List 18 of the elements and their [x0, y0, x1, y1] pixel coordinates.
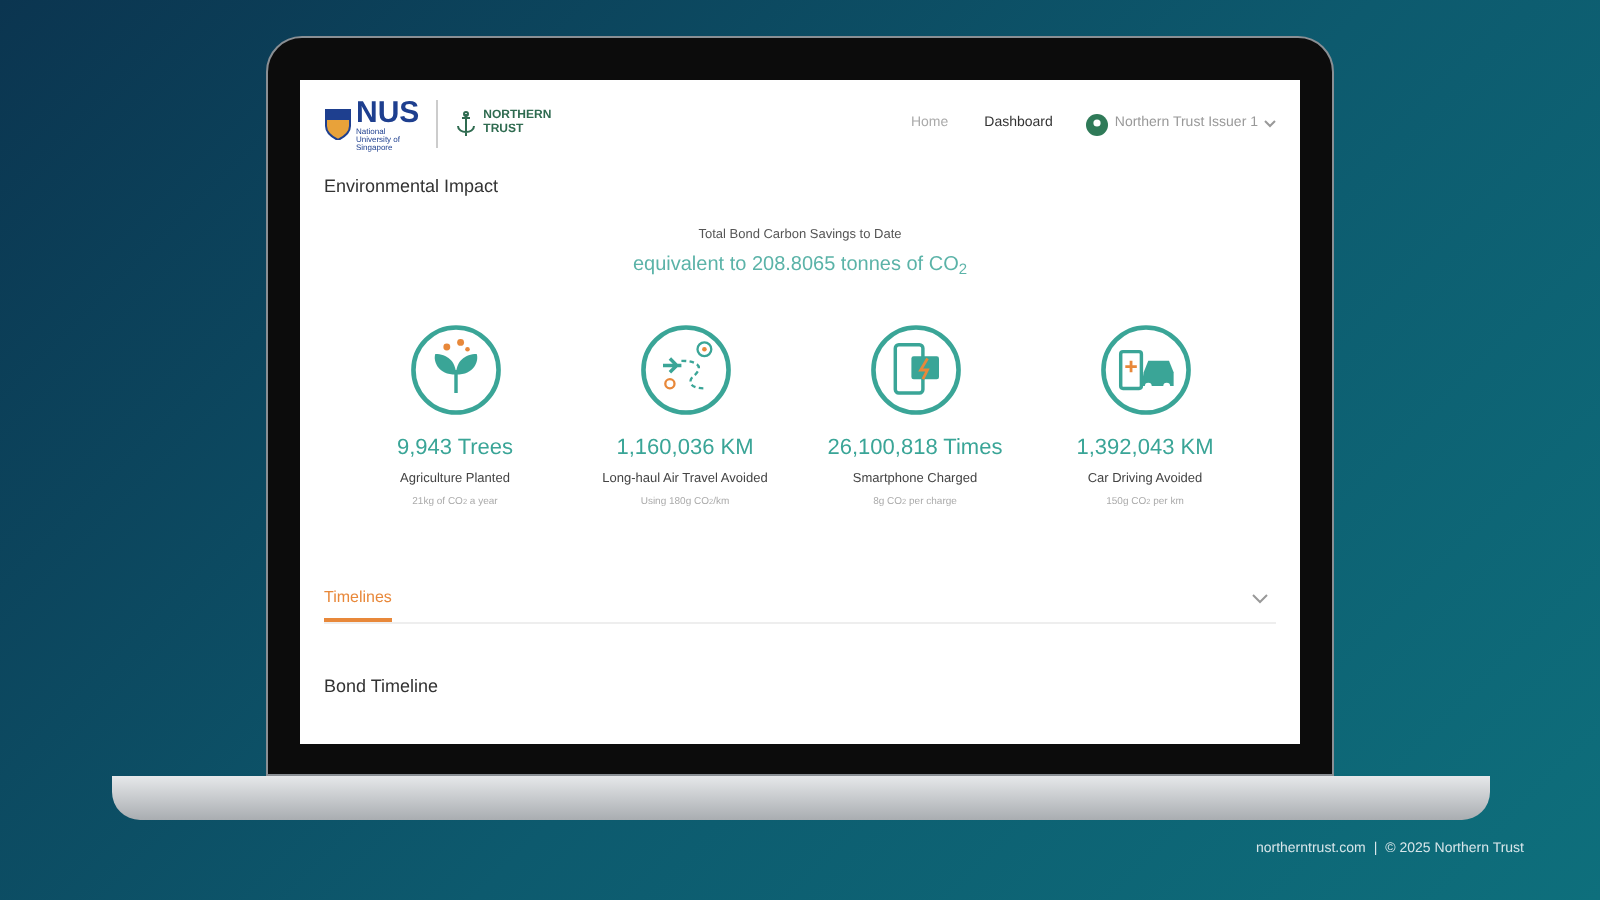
anchor-icon [453, 110, 478, 138]
logo-wordmark: NUS [356, 97, 420, 127]
crest-icon [324, 108, 352, 140]
section-title: Environmental Impact [324, 174, 501, 200]
metric-value: 1,160,036 KM [616, 434, 754, 465]
route-icon [639, 324, 731, 417]
plant-icon [409, 324, 501, 417]
section-title: Bond Timeline [324, 674, 441, 700]
summary-value: equivalent to 208.8065 tonnes of CO$_{2}$ [630, 252, 970, 281]
metric-value: 9,943 Trees [396, 434, 514, 465]
tab[interactable]: Timelines [324, 586, 392, 622]
chevron-down-icon[interactable] [1252, 593, 1268, 603]
metric-value: 1,392,043 KM [1076, 434, 1214, 465]
avatar-icon [1086, 113, 1109, 135]
car-charging-icon [1099, 324, 1191, 417]
metric-value: 26,100,818 Times [827, 434, 1003, 465]
phone-charging-icon [869, 324, 961, 417]
chevron-down-icon [1264, 120, 1276, 128]
